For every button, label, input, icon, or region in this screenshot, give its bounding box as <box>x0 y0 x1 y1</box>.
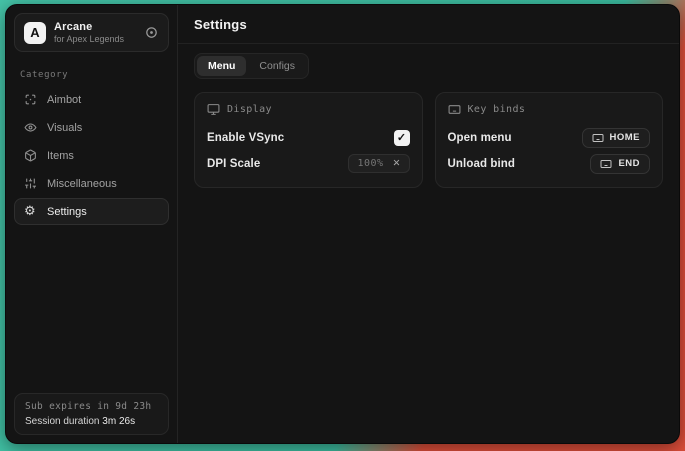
eye-icon <box>24 121 37 134</box>
sidebar-item-label: Aimbot <box>47 94 81 106</box>
unload-bind-label: Unload bind <box>448 158 516 170</box>
app-logo: A <box>24 22 46 44</box>
dpi-label: DPI Scale <box>207 158 260 170</box>
page-title: Settings <box>194 17 663 32</box>
vsync-row: Enable VSync ✓ <box>207 125 410 150</box>
sidebar-item-aimbot[interactable]: Aimbot <box>14 86 169 113</box>
sidebar-item-visuals[interactable]: Visuals <box>14 114 169 141</box>
session-duration-text: Session duration 3m 26s <box>25 416 158 427</box>
dpi-scale-input[interactable]: 100% ✕ <box>348 154 409 173</box>
display-card-header: Display <box>207 103 410 116</box>
sidebar: A Arcane for Apex Legends Category Aimbo… <box>6 5 178 443</box>
open-menu-row: Open menu HOME <box>448 125 651 150</box>
sidebar-spacer <box>14 226 169 393</box>
sidebar-item-label: Items <box>47 150 74 162</box>
display-card: Display Enable VSync ✓ DPI Scale 100% ✕ <box>194 92 423 188</box>
brand-subtitle: for Apex Legends <box>54 34 136 44</box>
unload-bind-row: Unload bind END <box>448 151 651 176</box>
tab-menu[interactable]: Menu <box>197 56 246 76</box>
settings-content: Display Enable VSync ✓ DPI Scale 100% ✕ <box>178 79 679 201</box>
keyboard-icon <box>448 103 461 116</box>
dpi-value: 100% <box>357 158 383 169</box>
check-icon: ✓ <box>397 131 406 144</box>
category-label: Category <box>20 70 165 80</box>
gear-icon: ⚙ <box>24 205 37 218</box>
tabs-row: Menu Configs <box>178 44 679 79</box>
sidebar-item-settings[interactable]: ⚙ Settings <box>14 198 169 225</box>
crosshair-scan-icon <box>24 93 37 106</box>
app-window: A Arcane for Apex Legends Category Aimbo… <box>5 4 680 444</box>
box-icon <box>24 149 37 162</box>
brand-card: A Arcane for Apex Legends <box>14 13 169 52</box>
keybind-value: END <box>618 158 640 169</box>
display-card-title: Display <box>227 104 272 115</box>
keyboard-icon <box>592 132 604 144</box>
unload-keybind-button[interactable]: END <box>590 154 650 174</box>
main-panel: Settings Menu Configs Display <box>178 5 679 443</box>
tab-group: Menu Configs <box>194 53 309 79</box>
tab-configs[interactable]: Configs <box>248 56 306 76</box>
open-menu-label: Open menu <box>448 132 512 144</box>
vsync-checkbox[interactable]: ✓ <box>394 130 410 146</box>
keyboard-icon <box>600 158 612 170</box>
vsync-label: Enable VSync <box>207 132 284 144</box>
keybinds-card-header: Key binds <box>448 103 651 116</box>
open-menu-keybind-button[interactable]: HOME <box>582 128 651 148</box>
sidebar-item-items[interactable]: Items <box>14 142 169 169</box>
main-header: Settings <box>178 5 679 44</box>
sub-expiry-text: Sub expires in 9d 23h <box>25 401 158 412</box>
sidebar-item-label: Settings <box>47 206 87 218</box>
dpi-row: DPI Scale 100% ✕ <box>207 151 410 176</box>
brand-title: Arcane <box>54 21 136 33</box>
session-card: Sub expires in 9d 23h Session duration 3… <box>14 393 169 435</box>
keybinds-card: Key binds Open menu HOME Unload bin <box>435 92 664 188</box>
clear-icon[interactable]: ✕ <box>393 159 401 169</box>
sidebar-item-label: Miscellaneous <box>47 178 117 190</box>
monitor-icon <box>207 103 220 116</box>
sidebar-item-miscellaneous[interactable]: Miscellaneous <box>14 170 169 197</box>
sliders-icon <box>24 177 37 190</box>
keybinds-card-title: Key binds <box>468 104 526 115</box>
brand-text: Arcane for Apex Legends <box>54 21 136 44</box>
keybind-value: HOME <box>610 132 641 143</box>
sidebar-item-label: Visuals <box>47 122 82 134</box>
target-icon[interactable] <box>144 25 159 40</box>
